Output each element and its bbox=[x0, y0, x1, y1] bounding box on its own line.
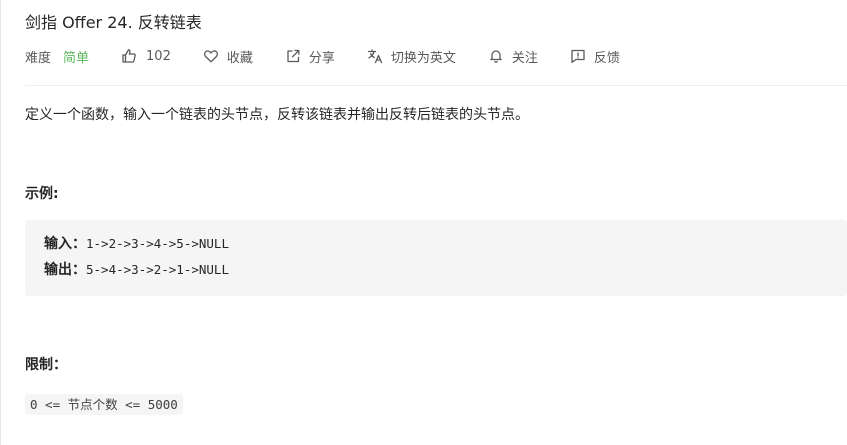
example-heading: 示例: bbox=[25, 186, 59, 202]
difficulty-label: 难度 bbox=[25, 50, 52, 66]
share-label: 分享 bbox=[308, 50, 335, 66]
like-button[interactable]: 102 bbox=[121, 48, 171, 64]
problem-description: 定义一个函数，输入一个链表的头节点，反转该链表并输出反转后链表的头节点。 bbox=[25, 107, 529, 123]
favorite-label: 收藏 bbox=[226, 50, 253, 66]
example-output-value: 5->4->3->2->1->NULL bbox=[86, 262, 229, 277]
like-count: 102 bbox=[146, 48, 171, 64]
example-input-value: 1->2->3->4->5->NULL bbox=[86, 236, 229, 251]
thumbs-up-icon bbox=[121, 48, 137, 64]
translate-label: 切换为英文 bbox=[390, 50, 456, 66]
left-border bbox=[0, 0, 1, 445]
follow-label: 关注 bbox=[511, 50, 538, 66]
translate-icon bbox=[367, 48, 383, 64]
feedback-button[interactable]: 反馈 bbox=[570, 47, 620, 66]
example-input-label: 输入： bbox=[44, 236, 86, 252]
feedback-icon bbox=[570, 48, 586, 64]
header-divider bbox=[25, 85, 847, 86]
difficulty-value: 简单 bbox=[63, 50, 90, 66]
example-input-line: 输入：1->2->3->4->5->NULL bbox=[44, 234, 229, 255]
example-output-label: 输出： bbox=[44, 262, 86, 278]
heart-icon bbox=[203, 48, 219, 64]
constraints-heading: 限制： bbox=[25, 357, 67, 373]
share-button[interactable]: 分享 bbox=[285, 47, 335, 66]
favorite-button[interactable]: 收藏 bbox=[203, 47, 253, 66]
problem-page: 剑指 Offer 24. 反转链表 难度 简单 102 收藏 分享 切换为英文 … bbox=[0, 0, 847, 445]
feedback-label: 反馈 bbox=[593, 50, 620, 66]
example-output-line: 输出：5->4->3->2->1->NULL bbox=[44, 260, 229, 281]
meta-bar: 难度 简单 102 收藏 分享 切换为英文 关注 反馈 bbox=[25, 45, 652, 67]
problem-title: 剑指 Offer 24. 反转链表 bbox=[25, 13, 202, 32]
share-icon bbox=[285, 48, 301, 64]
example-code-block: 输入：1->2->3->4->5->NULL 输出：5->4->3->2->1-… bbox=[25, 220, 847, 296]
bell-icon bbox=[488, 48, 504, 64]
difficulty: 难度 简单 bbox=[25, 47, 89, 66]
follow-button[interactable]: 关注 bbox=[488, 47, 538, 66]
constraint-code: 0 <= 节点个数 <= 5000 bbox=[25, 394, 183, 415]
translate-button[interactable]: 切换为英文 bbox=[367, 47, 456, 66]
